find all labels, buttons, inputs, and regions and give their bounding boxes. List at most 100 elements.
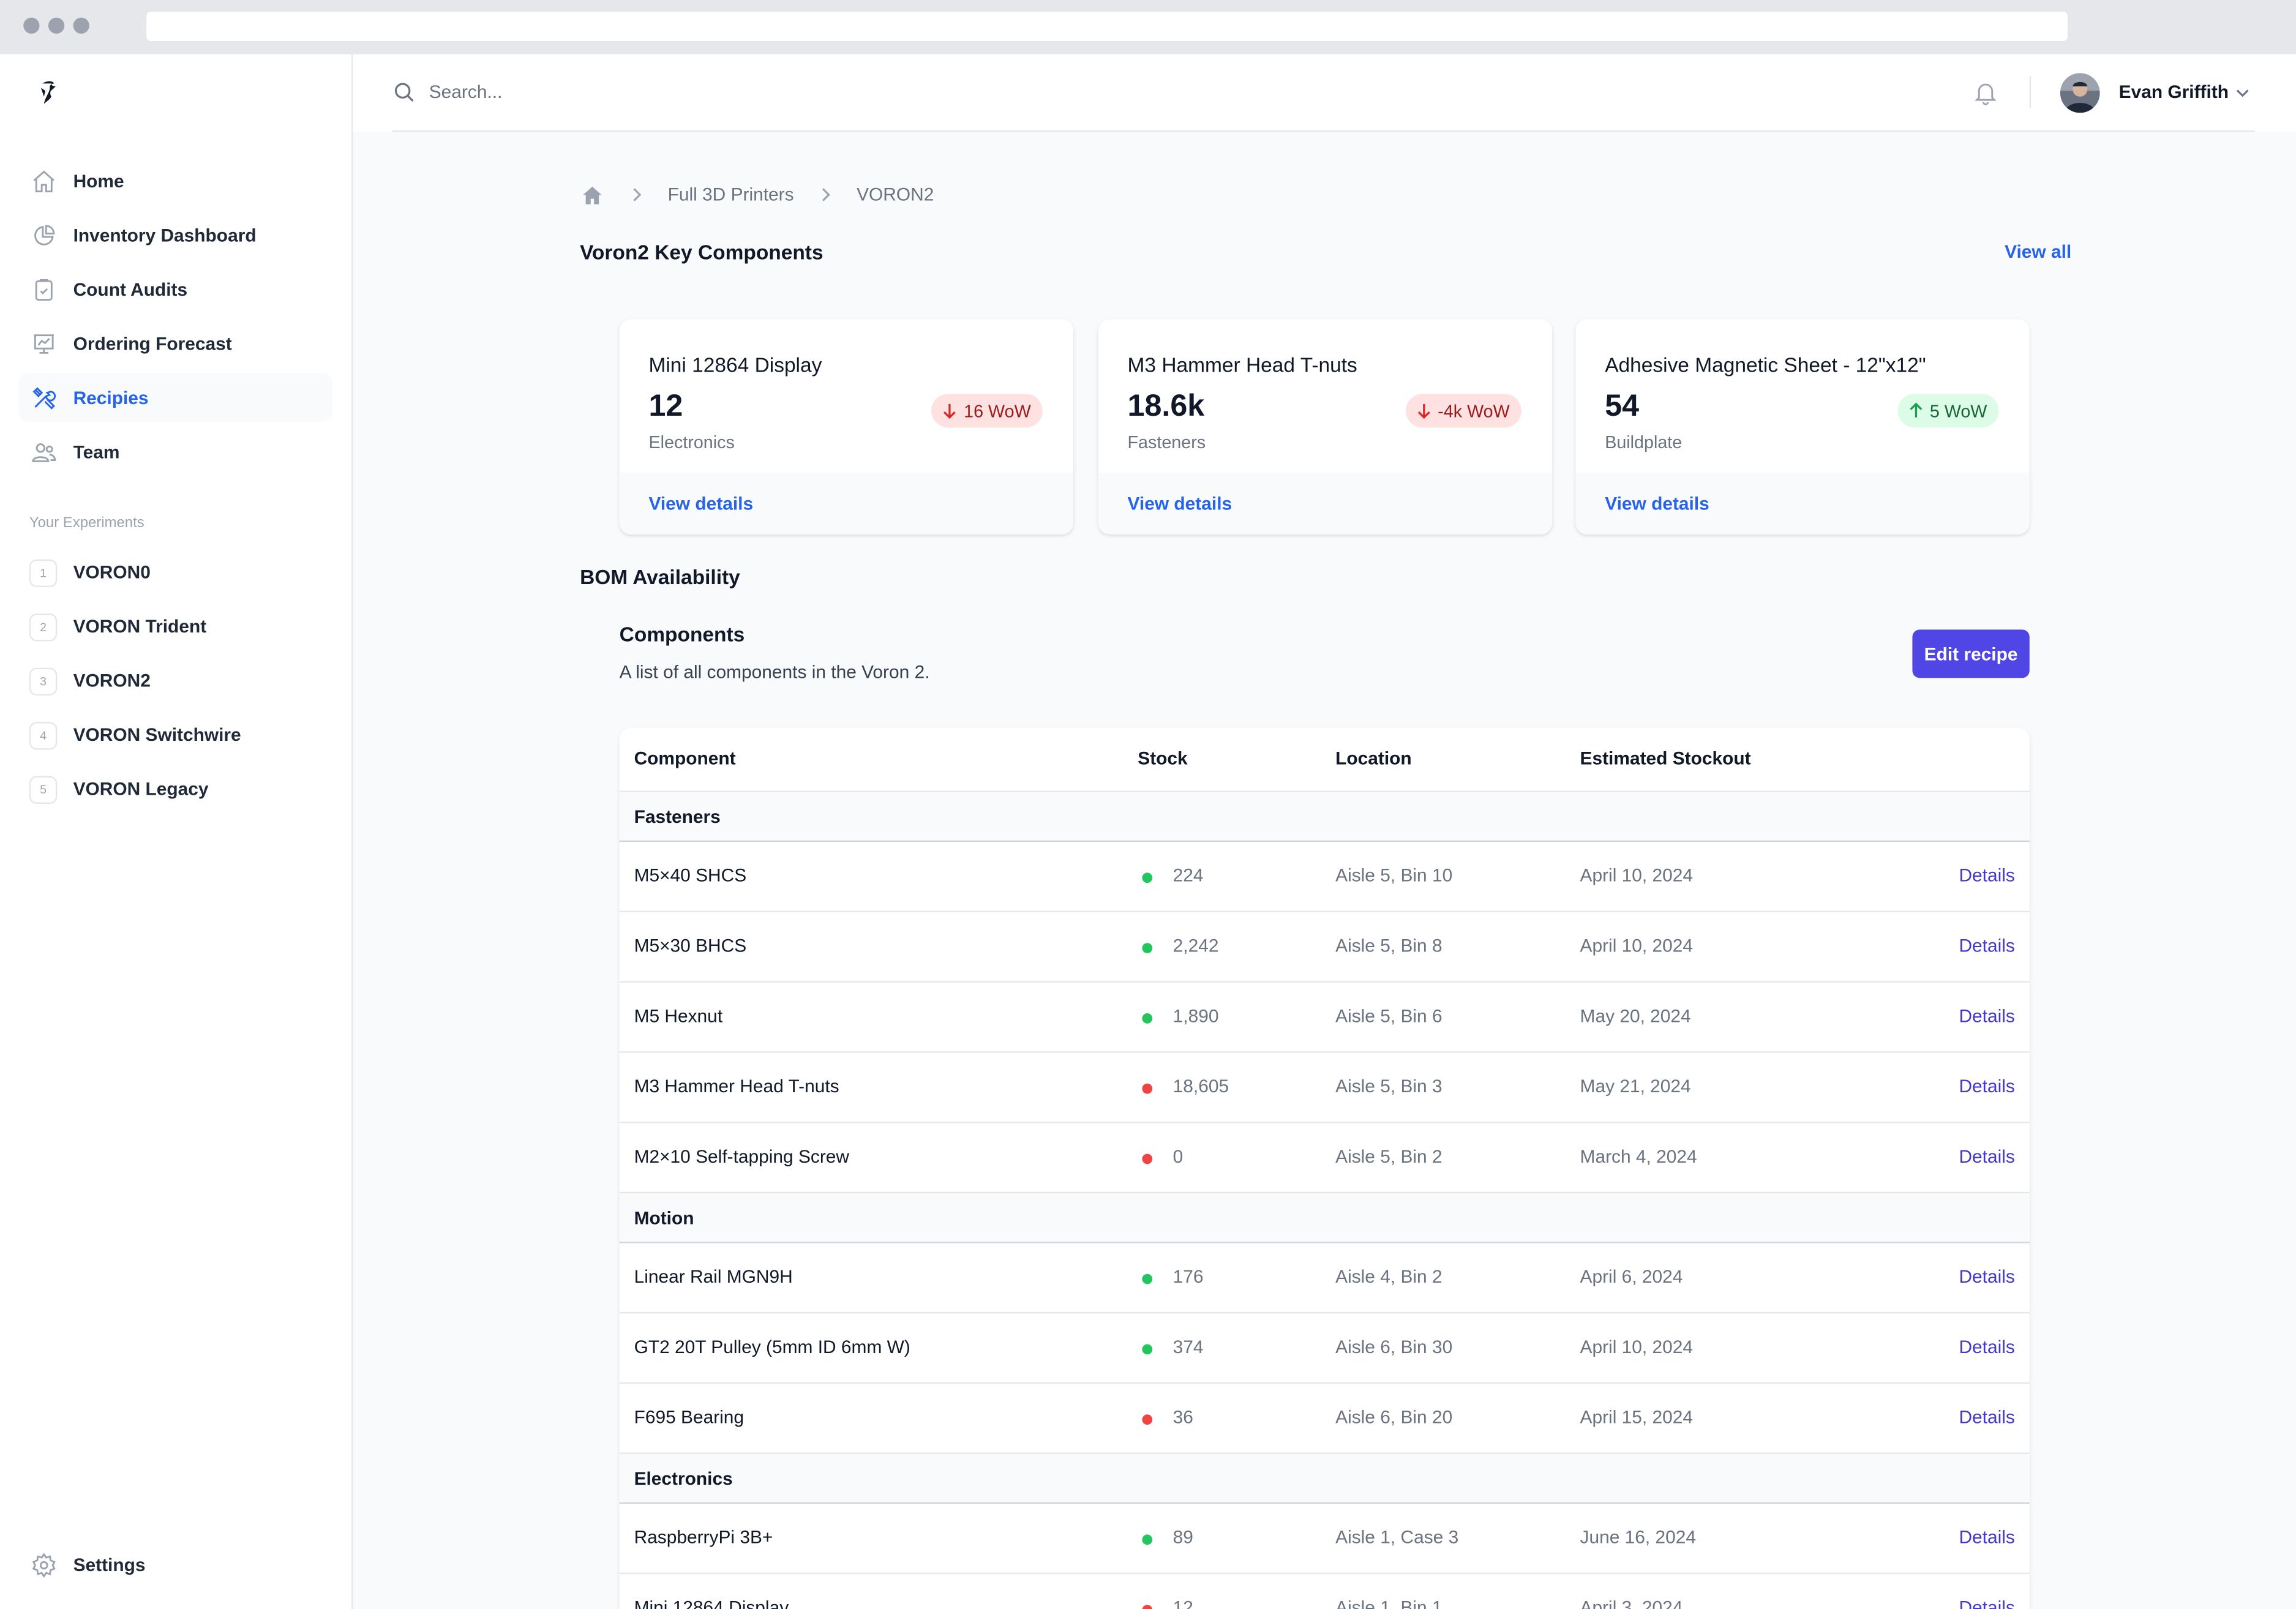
breadcrumb-item[interactable]: VORON2 (857, 184, 934, 204)
pie-chart-icon (34, 224, 55, 245)
stockout-date: June 16, 2024 (1580, 1527, 1697, 1548)
chevron-down-icon[interactable] (2235, 85, 2251, 101)
details-link[interactable]: Details (1959, 936, 2014, 956)
change-badge: 5 WoW (1897, 394, 1999, 428)
view-all-link[interactable]: View all (2005, 242, 2071, 262)
location-value: Aisle 6, Bin 30 (1335, 1337, 1453, 1358)
search-input[interactable] (429, 77, 1015, 107)
view-details-link[interactable]: View details (1605, 493, 1709, 514)
nav-item-count-audits[interactable]: Count Audits (19, 265, 332, 313)
nav-label-count-audits: Count Audits (73, 279, 188, 300)
bell-icon[interactable] (1972, 79, 1998, 105)
window-close-dot[interactable] (23, 17, 40, 34)
key-components-title: Voron2 Key Components (580, 240, 823, 264)
nav-item-home[interactable]: Home (19, 157, 332, 205)
stock-value: 224 (1172, 865, 1204, 886)
nav-item-recipies[interactable]: Recipies (19, 373, 332, 422)
header-divider-line (392, 130, 2256, 132)
details-link[interactable]: Details (1959, 1147, 2014, 1167)
experiment-item-voron-legacy[interactable]: 5 VORON Legacy (29, 774, 209, 804)
stockout-date: April 3, 2024 (1580, 1597, 1683, 1609)
nav-item-settings[interactable]: Settings (19, 1540, 332, 1589)
card-footer: View details (619, 473, 1074, 534)
nav-item-inventory-dashboard[interactable]: Inventory Dashboard (19, 211, 332, 259)
stock-value: 1,890 (1172, 1006, 1219, 1027)
card-category: Fasteners (1127, 432, 1206, 453)
view-details-link[interactable]: View details (1128, 493, 1232, 514)
component-name: F695 Bearing (634, 1407, 745, 1428)
status-dot (1142, 872, 1153, 883)
status-dot (1142, 1273, 1153, 1285)
breadcrumb-item[interactable]: Full 3D Printers (668, 184, 794, 204)
key-component-card: Mini 12864 Display 12 Electronics 16 WoW… (619, 319, 1074, 534)
arrow-down-icon (1417, 403, 1430, 419)
stockout-date: May 21, 2024 (1580, 1076, 1691, 1097)
logo-icon[interactable] (37, 79, 60, 111)
arrow-up-icon (1910, 402, 1923, 418)
status-dot (1142, 1344, 1153, 1355)
sidebar: Home Inventory Dashboard Count Audits Or… (0, 54, 353, 1609)
experiment-label: VORON Legacy (73, 779, 209, 800)
stockout-date: April 15, 2024 (1580, 1407, 1694, 1428)
experiment-item-voron2[interactable]: 3 VORON2 (29, 666, 151, 696)
details-link[interactable]: Details (1959, 1527, 2014, 1547)
bom-title: BOM Availability (580, 565, 740, 589)
user-name[interactable]: Evan Griffith (2119, 82, 2229, 102)
stock-value: 18,605 (1172, 1076, 1229, 1097)
details-link[interactable]: Details (1959, 1597, 2014, 1609)
nav-item-ordering-forecast[interactable]: Ordering Forecast (19, 319, 332, 367)
app-root: Home Inventory Dashboard Count Audits Or… (0, 0, 2296, 1609)
experiment-item-voron-trident[interactable]: 2 VORON Trident (29, 612, 206, 642)
experiment-item-voron0[interactable]: 1 VORON0 (29, 558, 151, 587)
status-dot (1142, 1414, 1153, 1425)
location-value: Aisle 5, Bin 6 (1335, 1006, 1443, 1027)
change-text: 5 WoW (1929, 400, 1987, 421)
card-value: 18.6k (1127, 389, 1205, 424)
home-icon[interactable] (581, 184, 603, 206)
status-dot (1142, 943, 1153, 953)
component-name: M5×30 BHCS (634, 936, 747, 956)
nav-label-ordering-forecast: Ordering Forecast (73, 333, 232, 354)
key-component-card: Adhesive Magnetic Sheet - 12"x12" 54 Bui… (1575, 319, 2030, 534)
experiment-number: 1 (29, 558, 58, 587)
stockout-date: April 10, 2024 (1580, 936, 1694, 956)
details-link[interactable]: Details (1959, 1006, 2014, 1026)
location-value: Aisle 6, Bin 20 (1335, 1407, 1453, 1428)
details-link[interactable]: Details (1959, 1337, 2014, 1357)
arrow-down-icon (944, 403, 956, 419)
nav-item-team[interactable]: Team (19, 427, 332, 476)
stock-value: 89 (1172, 1527, 1193, 1548)
experiment-label: VORON2 (73, 670, 151, 691)
location-value: Aisle 5, Bin 10 (1335, 865, 1453, 886)
stockout-date: April 6, 2024 (1580, 1266, 1683, 1288)
card-title: Mini 12864 Display (648, 353, 822, 377)
table-group-row: Motion (619, 1193, 2030, 1243)
location-value: Aisle 5, Bin 8 (1335, 936, 1443, 956)
details-link[interactable]: Details (1959, 1267, 2014, 1287)
avatar[interactable] (2060, 73, 2100, 113)
experiment-item-voron-switchwire[interactable]: 4 VORON Switchwire (29, 721, 241, 750)
tools-icon (32, 386, 56, 409)
window-maximize-dot[interactable] (73, 17, 89, 34)
card-title: M3 Hammer Head T-nuts (1127, 353, 1357, 377)
details-link[interactable]: Details (1959, 865, 2014, 885)
address-bar[interactable] (146, 12, 2068, 41)
view-details-link[interactable]: View details (648, 493, 753, 514)
status-dot (1142, 1083, 1153, 1094)
header-divider (2029, 76, 2032, 108)
home-icon (33, 170, 54, 192)
window-minimize-dot[interactable] (48, 17, 65, 34)
card-value: 54 (1605, 389, 1640, 424)
edit-recipe-button[interactable]: Edit recipe (1912, 629, 2030, 678)
details-link[interactable]: Details (1959, 1407, 2014, 1427)
experiment-number: 4 (29, 721, 58, 749)
stock-value: 12 (1172, 1597, 1193, 1609)
component-name: M2×10 Self-tapping Screw (634, 1146, 850, 1168)
stock-value: 36 (1172, 1407, 1193, 1428)
stockout-date: March 4, 2024 (1580, 1146, 1697, 1168)
chevron-right-icon (822, 188, 830, 201)
details-link[interactable]: Details (1959, 1076, 2014, 1097)
experiment-label: VORON Switchwire (73, 724, 241, 746)
experiments-section-title: Your Experiments (29, 515, 144, 532)
components-description: A list of all components in the Voron 2. (619, 662, 930, 683)
